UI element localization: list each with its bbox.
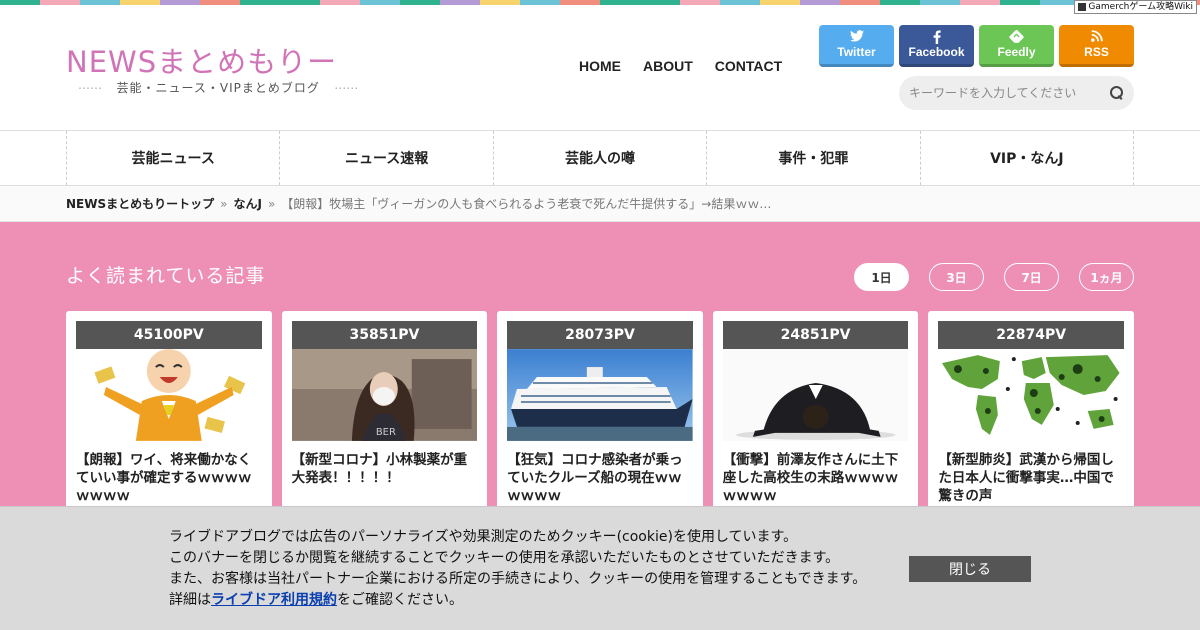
article-title[interactable]: 【衝撃】前澤友作さんに土下座した高校生の末路ｗｗｗｗｗｗｗｗ (723, 451, 909, 505)
site-header: NEWSまとめもりー ⋯⋯ 芸能・ニュース・VIPまとめブログ ⋯⋯ HOME … (0, 5, 1200, 130)
facebook-label: Facebook (908, 45, 965, 59)
search-input[interactable] (909, 86, 1099, 100)
terms-link[interactable]: ライブドア利用規約 (211, 592, 337, 608)
cookie-line-4-prefix: 詳細は (169, 592, 211, 608)
tagline-dots-left: ⋯⋯ (78, 81, 102, 95)
cookie-close-button[interactable]: 閉じる (909, 556, 1031, 582)
nav-contact-link[interactable]: CONTACT (715, 58, 782, 74)
top-nav: HOME ABOUT CONTACT (579, 58, 782, 74)
cookie-line-4-suffix: をご確認ください。 (337, 592, 463, 608)
breadcrumb: NEWSまとめもりートップ » なんJ » 【朗報】牧場主「ヴィーガンの人も食べ… (0, 186, 1200, 222)
pageview-count: 22874PV (938, 321, 1124, 349)
rss-icon (1090, 30, 1103, 45)
popular-heading: よく読まれている記事 (66, 265, 266, 287)
masked-woman-photo[interactable]: BER (291, 349, 478, 441)
cookie-line-4: 詳細はライブドア利用規約をご確認ください。 (169, 590, 866, 611)
cookie-line-2: このバナーを閉じるか閲覧を継続することでクッキーの使用を承認いただいたものとさせ… (169, 550, 840, 566)
social-buttons: Twitter Facebook Feedly RSS (819, 25, 1134, 67)
category-celebrity-rumors[interactable]: 芸能人の噂 (492, 131, 706, 185)
period-tab-7days[interactable]: 7日 (1004, 263, 1059, 291)
period-tabs: 1日 3日 7日 1ヵ月 (854, 263, 1134, 291)
tagline-dots-right: ⋯⋯ (334, 81, 359, 95)
article-title[interactable]: 【朗報】ワイ、将来働かなくていい事が確定するｗｗｗｗｗｗｗｗ (76, 451, 262, 505)
cookie-line-3: また、お客様は当社パートナー企業における所定の手続きにより、クッキーの使用を管理… (169, 571, 867, 587)
nav-home-link[interactable]: HOME (579, 58, 621, 74)
cruise-ship-photo[interactable] (507, 349, 693, 441)
pageview-count: 45100PV (76, 321, 262, 349)
nav-about-link[interactable]: ABOUT (643, 58, 693, 74)
cookie-line-1: ライブドアブログでは広告のパーソナライズや効果測定のためクッキー(cookie)… (169, 529, 798, 545)
category-incidents-crimes[interactable]: 事件・犯罪 (706, 131, 919, 185)
rss-button[interactable]: RSS (1059, 25, 1134, 67)
article-title[interactable]: 【新型コロナ】小林製薬が重大発表！！！！！ (292, 451, 478, 487)
period-tab-3days[interactable]: 3日 (929, 263, 984, 291)
site-tagline: ⋯⋯ 芸能・ニュース・VIPまとめブログ ⋯⋯ (78, 79, 358, 96)
site-logo[interactable]: NEWSまとめもりー (66, 39, 337, 81)
article-title[interactable]: 【新型肺炎】武漢から帰国した日本人に衝撃事実…中国で驚きの声 (938, 451, 1124, 505)
happy-man-illustration[interactable] (76, 349, 262, 441)
breadcrumb-current: 【朗報】牧場主「ヴィーガンの人も食べられるよう老衰で死んだ牛提供する」→結果ｗｗ… (281, 197, 772, 211)
period-tab-1day[interactable]: 1日 (854, 263, 909, 291)
tagline-text: 芸能・ニュース・VIPまとめブログ (116, 81, 320, 95)
category-breaking-news[interactable]: ニュース速報 (279, 131, 492, 185)
breadcrumb-separator: » (267, 196, 276, 211)
category-entertainment-news[interactable]: 芸能ニュース (66, 131, 279, 185)
pageview-count: 35851PV (291, 321, 478, 349)
category-nav: 芸能ニュース ニュース速報 芸能人の噂 事件・犯罪 VIP・なんJ (0, 130, 1200, 186)
virus-world-map[interactable] (938, 349, 1124, 441)
pageview-count: 28073PV (507, 321, 693, 349)
twitter-icon (849, 30, 864, 45)
breadcrumb-home[interactable]: NEWSまとめもりートップ (66, 195, 214, 212)
cookie-banner: ライブドアブログでは広告のパーソナライズや効果測定のためクッキー(cookie)… (0, 506, 1200, 630)
cookie-text: ライブドアブログでは広告のパーソナライズや効果測定のためクッキー(cookie)… (169, 527, 866, 611)
article-title[interactable]: 【狂気】コロナ感染者が乗っていたクルーズ船の現在ｗｗｗｗｗｗ (507, 451, 693, 505)
twitter-button[interactable]: Twitter (819, 25, 894, 67)
pageview-count: 24851PV (722, 321, 909, 349)
search-icon[interactable] (1110, 86, 1124, 100)
search-box (899, 76, 1134, 110)
feedly-button[interactable]: Feedly (979, 25, 1054, 67)
rss-label: RSS (1084, 45, 1109, 59)
breadcrumb-category[interactable]: なんJ (233, 195, 261, 212)
bowing-man-photo[interactable] (722, 349, 909, 441)
svg-text:BER: BER (375, 427, 395, 438)
category-vip-nanj[interactable]: VIP・なんJ (919, 131, 1135, 185)
facebook-button[interactable]: Facebook (899, 25, 974, 67)
feedly-icon (1009, 30, 1024, 45)
feedly-label: Feedly (997, 45, 1036, 59)
period-tab-1month[interactable]: 1ヵ月 (1079, 263, 1134, 291)
breadcrumb-separator: » (220, 196, 228, 211)
twitter-label: Twitter (837, 45, 876, 59)
facebook-icon (933, 30, 941, 45)
